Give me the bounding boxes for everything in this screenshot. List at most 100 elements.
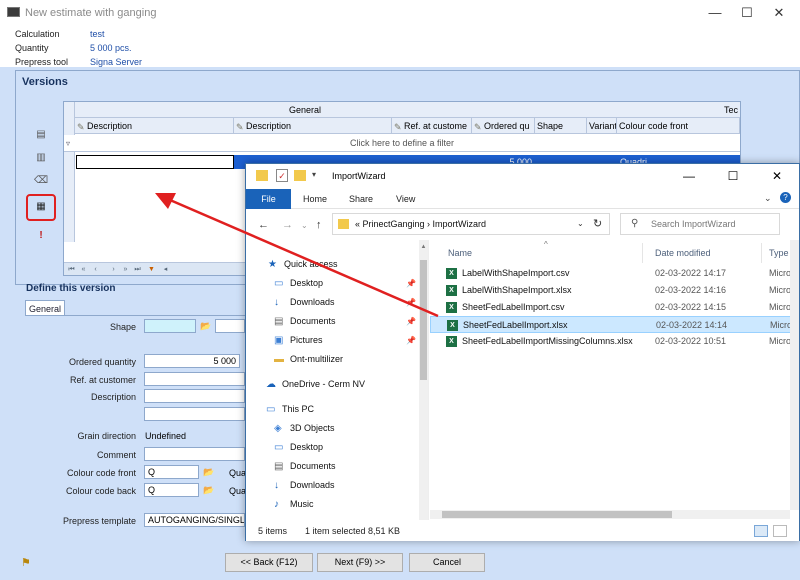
expand-ribbon-icon[interactable]: ⌄ xyxy=(764,193,772,204)
prev-page-icon[interactable]: « xyxy=(79,264,88,275)
help-icon[interactable]: ⚑ xyxy=(21,556,31,569)
warning-icon[interactable]: ! xyxy=(34,230,48,242)
address-bar[interactable]: « PrinectGanging › ImportWizard ⌄ ↻ xyxy=(332,213,610,235)
column-colour-front[interactable]: Colour code front xyxy=(617,118,740,134)
prev-record-icon[interactable]: ‹ xyxy=(91,264,100,275)
file-row[interactable]: X LabelWithShapeImport.csv 02-03-2022 14:1… xyxy=(430,265,799,282)
tab-home[interactable]: Home xyxy=(303,189,327,209)
sidebar-item-this-pc[interactable]: ▭ This PC xyxy=(246,400,418,419)
sidebar-item-ont-multilizer[interactable]: ▬ Ont-multilizer xyxy=(246,350,418,369)
column-ref-customer[interactable]: ✎ Ref. at custome xyxy=(392,118,472,134)
file-row[interactable]: X SheetFedLabelImport.xlsx 02-03-2022 14:1… xyxy=(430,316,799,333)
column-type[interactable]: Type xyxy=(769,248,789,258)
folder-icon[interactable]: 📂 xyxy=(203,485,214,496)
cancel-button[interactable]: Cancel xyxy=(409,553,485,572)
eraser-icon[interactable]: ⌫ xyxy=(34,175,48,187)
document-icon: ▤ xyxy=(274,461,284,472)
define-panel xyxy=(25,315,255,545)
ref-customer-input[interactable] xyxy=(144,372,245,386)
folder-icon[interactable]: 📂 xyxy=(203,467,214,478)
dialog-maximize-button[interactable]: ☐ xyxy=(711,164,755,189)
sidebar-item-onedrive-cerm-nv[interactable]: ☁ OneDrive - Cerm NV xyxy=(246,375,418,394)
properties-icon[interactable]: ✓ xyxy=(276,169,288,182)
window-title: New estimate with ganging xyxy=(25,7,157,19)
dialog-minimize-button[interactable]: — xyxy=(667,164,711,189)
file-row[interactable]: X LabelWithShapeImport.xlsx 02-03-2022 14:… xyxy=(430,282,799,299)
description-input-1[interactable] xyxy=(144,389,245,403)
back-button[interactable]: << Back (F12) xyxy=(225,553,313,572)
column-date-modified[interactable]: Date modified xyxy=(655,248,711,258)
prepress-template-input[interactable]: AUTOGANGING/SINGLE-1 xyxy=(144,513,245,527)
file-list-horizontal-scrollbar[interactable] xyxy=(430,510,790,519)
sidebar-item-quick-access[interactable]: ★ Quick access xyxy=(246,255,418,274)
description-cell-editor[interactable] xyxy=(76,155,234,169)
copy-version-icon[interactable]: ▥ xyxy=(34,152,48,164)
add-version-icon[interactable]: ▤ xyxy=(34,129,48,141)
address-dropdown-icon[interactable]: ⌄ xyxy=(577,219,584,228)
filter-navigator-icon[interactable]: ▼ xyxy=(147,264,156,275)
column-ordered-qty[interactable]: ✎ Ordered qu xyxy=(472,118,535,134)
column-label: Description xyxy=(87,121,133,131)
navigation-scrollbar[interactable]: ▲ xyxy=(419,240,428,520)
file-row[interactable]: X SheetFedLabelImportMissingColumns.xlsx 0… xyxy=(430,333,799,350)
first-record-icon[interactable]: ⏮ xyxy=(67,264,76,275)
dialog-close-button[interactable]: ✕ xyxy=(755,164,799,189)
file-row[interactable]: X SheetFedLabelImport.csv 02-03-2022 14:15… xyxy=(430,299,799,316)
filter-row[interactable]: Click here to define a filter xyxy=(64,135,740,152)
sidebar-item-label: OneDrive - Cerm NV xyxy=(282,379,366,389)
sort-up-icon: ^ xyxy=(544,240,548,249)
shape-input[interactable] xyxy=(144,319,196,333)
help-icon[interactable]: ? xyxy=(780,192,791,203)
colour-front-input[interactable]: Q xyxy=(144,465,199,479)
scroll-up-icon[interactable]: ▲ xyxy=(419,244,428,250)
tab-file[interactable]: File xyxy=(246,189,291,209)
column-description-2[interactable]: ✎ Description xyxy=(234,118,392,134)
pin-icon: 📌 xyxy=(406,298,416,307)
back-arrow-icon[interactable]: ← xyxy=(258,219,269,231)
column-shape[interactable]: Shape xyxy=(535,118,587,134)
new-folder-icon[interactable] xyxy=(294,170,306,181)
refresh-icon[interactable]: ↻ xyxy=(593,217,602,230)
folder-icon[interactable]: 📂 xyxy=(200,321,211,332)
tab-share[interactable]: Share xyxy=(349,189,373,209)
scroll-thumb[interactable] xyxy=(442,511,672,518)
sidebar-item-documents[interactable]: ▤ Documents 📌 xyxy=(246,312,418,331)
column-variant[interactable]: Variant xyxy=(587,118,617,134)
quick-access-toolbar-dropdown-icon[interactable]: ▾ xyxy=(312,170,316,179)
comment-label: Comment xyxy=(96,450,136,460)
scroll-thumb[interactable] xyxy=(420,260,427,380)
sidebar-item-desktop[interactable]: ▭ Desktop xyxy=(246,438,418,457)
next-button[interactable]: Next (F9) >> xyxy=(317,553,403,572)
last-record-icon[interactable]: ⏭ xyxy=(133,264,142,275)
column-name[interactable]: Name xyxy=(448,248,472,258)
column-description-1[interactable]: ✎ Description xyxy=(75,118,234,134)
comment-input[interactable] xyxy=(144,447,245,461)
close-button[interactable]: ✕ xyxy=(758,0,800,27)
next-record-icon[interactable]: › xyxy=(109,264,118,275)
large-icons-view-icon[interactable] xyxy=(773,525,787,537)
colour-back-input[interactable]: Q xyxy=(144,483,199,497)
sidebar-item-pictures[interactable]: ▣ Pictures 📌 xyxy=(246,331,418,350)
sidebar-item-documents[interactable]: ▤ Documents xyxy=(246,457,418,476)
ordered-quantity-input[interactable]: 5 000 xyxy=(144,354,240,368)
tab-general[interactable]: General xyxy=(25,300,65,316)
sidebar-item-desktop[interactable]: ▭ Desktop 📌 xyxy=(246,274,418,293)
scroll-left-icon[interactable]: ◂ xyxy=(161,264,170,275)
details-view-icon[interactable] xyxy=(754,525,768,537)
description-input-2[interactable] xyxy=(144,407,245,421)
up-arrow-icon[interactable]: ↑ xyxy=(316,219,322,231)
file-list-vertical-scrollbar[interactable] xyxy=(790,240,799,510)
sidebar-item-3d-objects[interactable]: ◈ 3D Objects xyxy=(246,419,418,438)
forward-arrow-icon[interactable]: → xyxy=(282,219,293,231)
sidebar-item-downloads[interactable]: ↓ Downloads xyxy=(246,476,418,495)
shape-extra-input[interactable] xyxy=(215,319,245,333)
next-page-icon[interactable]: » xyxy=(121,264,130,275)
import-file-icon[interactable]: ▦ xyxy=(34,201,48,213)
tab-view[interactable]: View xyxy=(396,189,415,209)
sidebar-item-music[interactable]: ♪ Music xyxy=(246,495,418,514)
search-input[interactable]: ⚲ Search ImportWizard xyxy=(620,213,780,235)
recent-locations-icon[interactable]: ⌄ xyxy=(301,221,308,230)
sidebar-item-label: Quick access xyxy=(284,259,338,269)
ordered-quantity-label: Ordered quantity xyxy=(68,357,136,367)
sidebar-item-downloads[interactable]: ↓ Downloads 📌 xyxy=(246,293,418,312)
